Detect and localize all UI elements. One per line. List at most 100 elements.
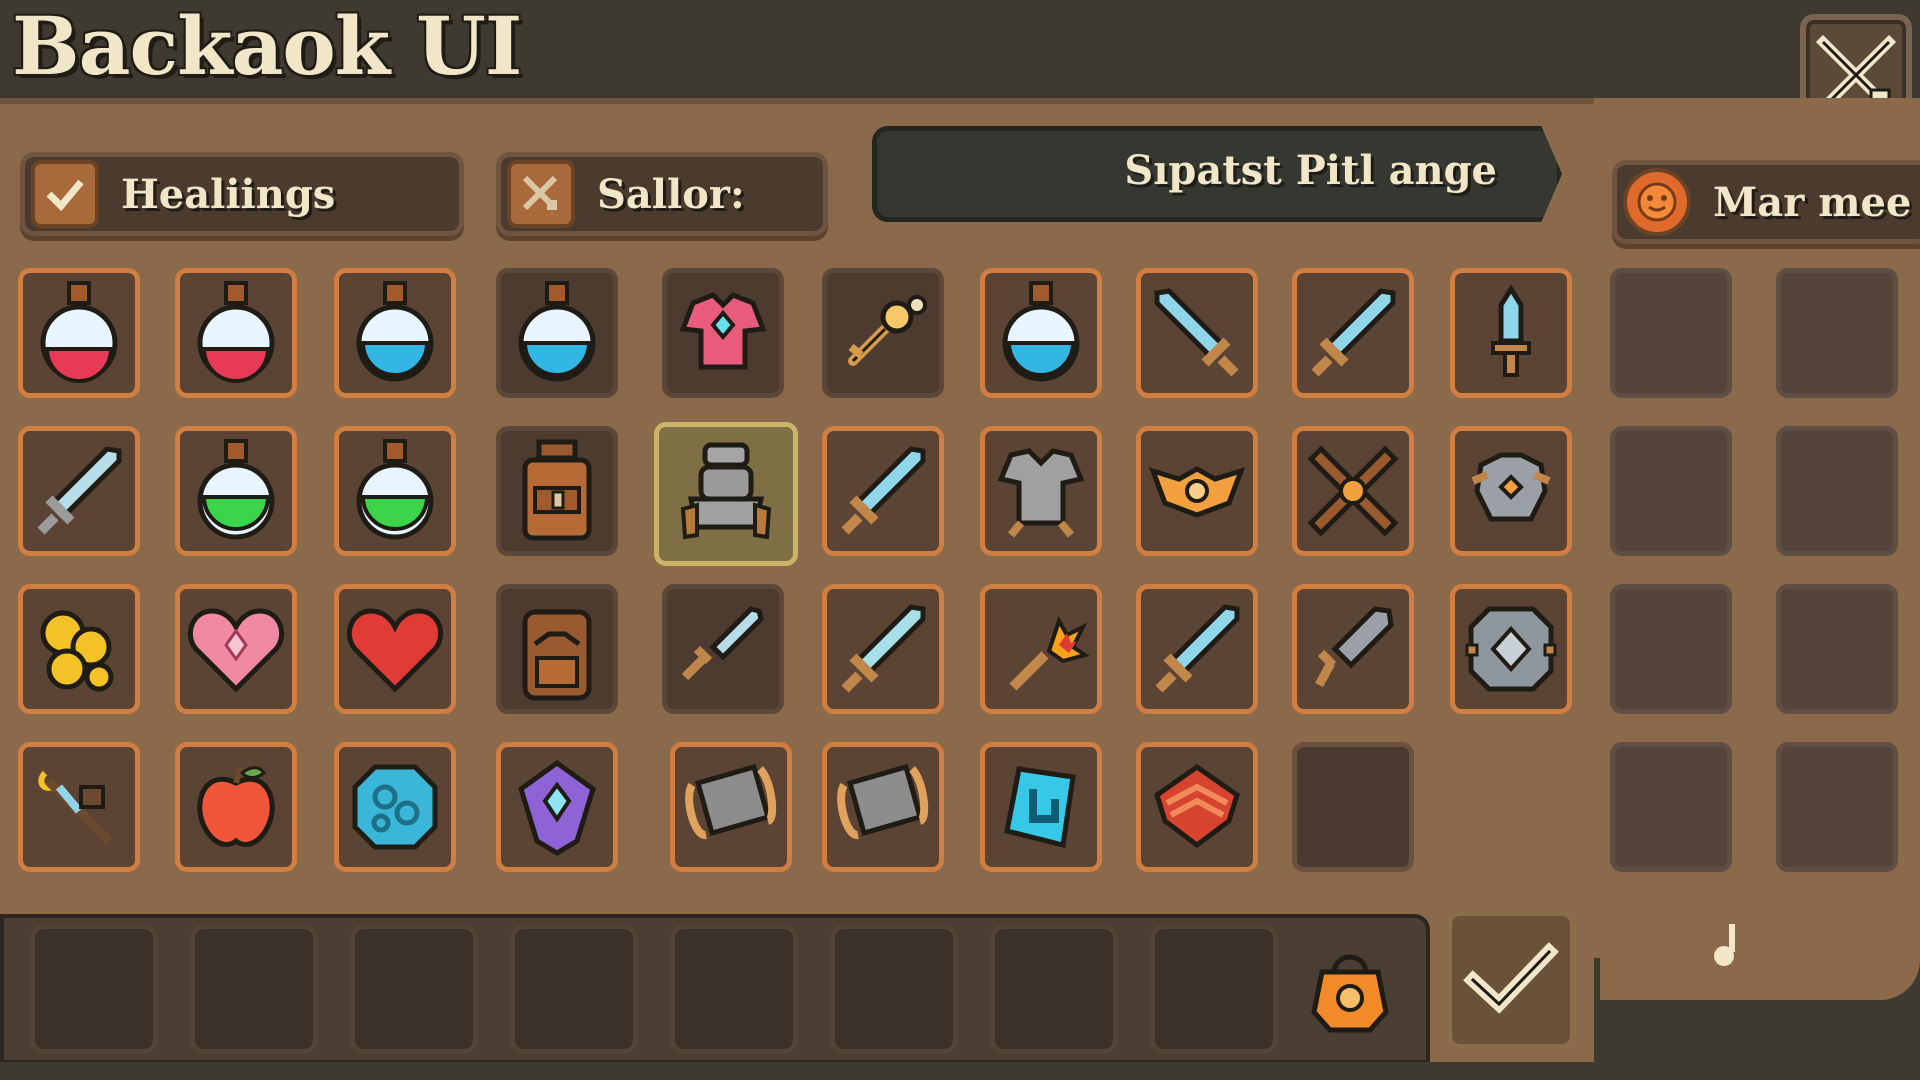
- hotbar-slot[interactable]: [670, 924, 798, 1054]
- slot-dagger[interactable]: [1450, 268, 1572, 398]
- slot-apple[interactable]: [175, 742, 297, 872]
- slot-sword[interactable]: [1292, 268, 1414, 398]
- slot-empty[interactable]: [1776, 426, 1898, 556]
- fire-torch-icon: [1009, 616, 1089, 691]
- slot-armor[interactable]: [980, 426, 1102, 556]
- slot-blue-orb[interactable]: [334, 742, 456, 872]
- mar-filter[interactable]: Mar mee: [1612, 160, 1920, 244]
- armor-icon: [997, 448, 1085, 538]
- red-potion-icon: [197, 281, 275, 383]
- slot-gold-coins[interactable]: [18, 584, 140, 714]
- apple-icon: [197, 766, 275, 847]
- sallor-filter[interactable]: Sallor:: [496, 152, 828, 236]
- filter-icon-box[interactable]: [507, 160, 575, 228]
- pink-armor-icon: [679, 292, 767, 370]
- blue-rune-icon: [1004, 766, 1076, 849]
- slot-backpack[interactable]: [496, 426, 618, 556]
- sword-icon: [1311, 288, 1396, 377]
- bag-icon: [1311, 954, 1389, 1033]
- sword-icon: [1154, 288, 1239, 377]
- slot-scroll[interactable]: [822, 742, 944, 872]
- sword-icon: [841, 604, 926, 693]
- slot-crossed-swords[interactable]: [1292, 426, 1414, 556]
- slot-empty[interactable]: [1610, 426, 1732, 556]
- slot-red-potion[interactable]: [18, 268, 140, 398]
- sun-face-icon: [1637, 182, 1677, 222]
- slot-gray-sword[interactable]: [1292, 584, 1414, 714]
- slot-empty[interactable]: [1776, 584, 1898, 714]
- backpack-icon: [522, 439, 592, 541]
- hotbar-slot[interactable]: [1150, 924, 1278, 1054]
- slot-shield[interactable]: [1450, 584, 1572, 714]
- slot-red-potion[interactable]: [175, 268, 297, 398]
- bottom-edge: [0, 1062, 1920, 1080]
- healings-filter[interactable]: Healiings: [20, 152, 464, 236]
- dagger-icon: [681, 606, 764, 681]
- slot-armor[interactable]: [1450, 426, 1572, 556]
- slot-blue-rune[interactable]: [980, 742, 1102, 872]
- blue-potion-icon: [518, 281, 596, 382]
- slot-blue-potion[interactable]: [496, 268, 618, 398]
- slot-scroll[interactable]: [670, 742, 792, 872]
- slot-sword[interactable]: [822, 584, 944, 714]
- hotbar-slot[interactable]: [30, 924, 158, 1054]
- red-armor-icon: [1154, 763, 1240, 849]
- slot-green-potion[interactable]: [334, 426, 456, 556]
- crossed-swords-icon: [1307, 445, 1399, 537]
- hotbar-slot[interactable]: [990, 924, 1118, 1054]
- sword-icon: [841, 446, 926, 535]
- slot-purple-gem[interactable]: [496, 742, 618, 872]
- slot-empty[interactable]: [1610, 742, 1732, 872]
- slot-red-heart[interactable]: [334, 584, 456, 714]
- slot-empty[interactable]: [1292, 742, 1414, 872]
- slot-amulet[interactable]: [1136, 426, 1258, 556]
- slot-blue-potion[interactable]: [980, 268, 1102, 398]
- slot-sword[interactable]: [822, 426, 944, 556]
- slot-empty[interactable]: [1610, 268, 1732, 398]
- slot-sword[interactable]: [1136, 584, 1258, 714]
- slot-robot-armor-selected[interactable]: [654, 422, 798, 566]
- red-heart-icon: [347, 608, 443, 693]
- slot-fire-torch[interactable]: [980, 584, 1102, 714]
- slot-blue-potion[interactable]: [334, 268, 456, 398]
- blue-potion-icon: [356, 281, 434, 382]
- robot-armor-icon: [680, 442, 772, 540]
- hotbar-slot[interactable]: [830, 924, 958, 1054]
- search-bar[interactable]: Sıpatst Pitl ange: [872, 126, 1562, 222]
- slot-green-potion[interactable]: [175, 426, 297, 556]
- inventory-bag-button[interactable]: [1300, 940, 1400, 1040]
- slot-empty[interactable]: [1610, 584, 1732, 714]
- slot-key[interactable]: [822, 268, 944, 398]
- amulet-icon: [1148, 466, 1246, 518]
- slot-backpack[interactable]: [496, 584, 618, 714]
- slot-sword[interactable]: [18, 426, 140, 556]
- slot-pink-armor[interactable]: [662, 268, 784, 398]
- confirm-button[interactable]: [1446, 910, 1576, 1050]
- sword-icon: [1155, 604, 1240, 693]
- slot-empty[interactable]: [1776, 268, 1898, 398]
- blue-potion-icon: [1002, 281, 1080, 382]
- hotbar-slot[interactable]: [190, 924, 318, 1054]
- checkmark-icon: [1463, 942, 1559, 1014]
- slot-empty[interactable]: [1776, 742, 1898, 872]
- scroll-icon: [685, 763, 777, 839]
- slot-sword[interactable]: [1136, 268, 1258, 398]
- slot-dagger[interactable]: [662, 584, 784, 714]
- hotbar-slot[interactable]: [510, 924, 638, 1054]
- slot-red-armor[interactable]: [1136, 742, 1258, 872]
- slot-heart[interactable]: [175, 584, 297, 714]
- scroll-icon: [837, 763, 929, 839]
- staff-icon: [38, 770, 113, 845]
- hotbar-slot[interactable]: [350, 924, 478, 1054]
- slot-staff[interactable]: [18, 742, 140, 872]
- sword-icon: [37, 446, 122, 535]
- green-potion-icon: [197, 439, 275, 540]
- search-text: Sıpatst Pitl ange: [1124, 147, 1497, 194]
- green-potion-icon: [356, 439, 434, 540]
- checkbox[interactable]: [31, 160, 99, 228]
- avatar[interactable]: [1623, 168, 1691, 236]
- music-note-icon: [1710, 918, 1750, 968]
- backpack-icon: [522, 609, 592, 701]
- side-panel-edge: [1600, 940, 1920, 1000]
- shield-icon: [1465, 606, 1557, 692]
